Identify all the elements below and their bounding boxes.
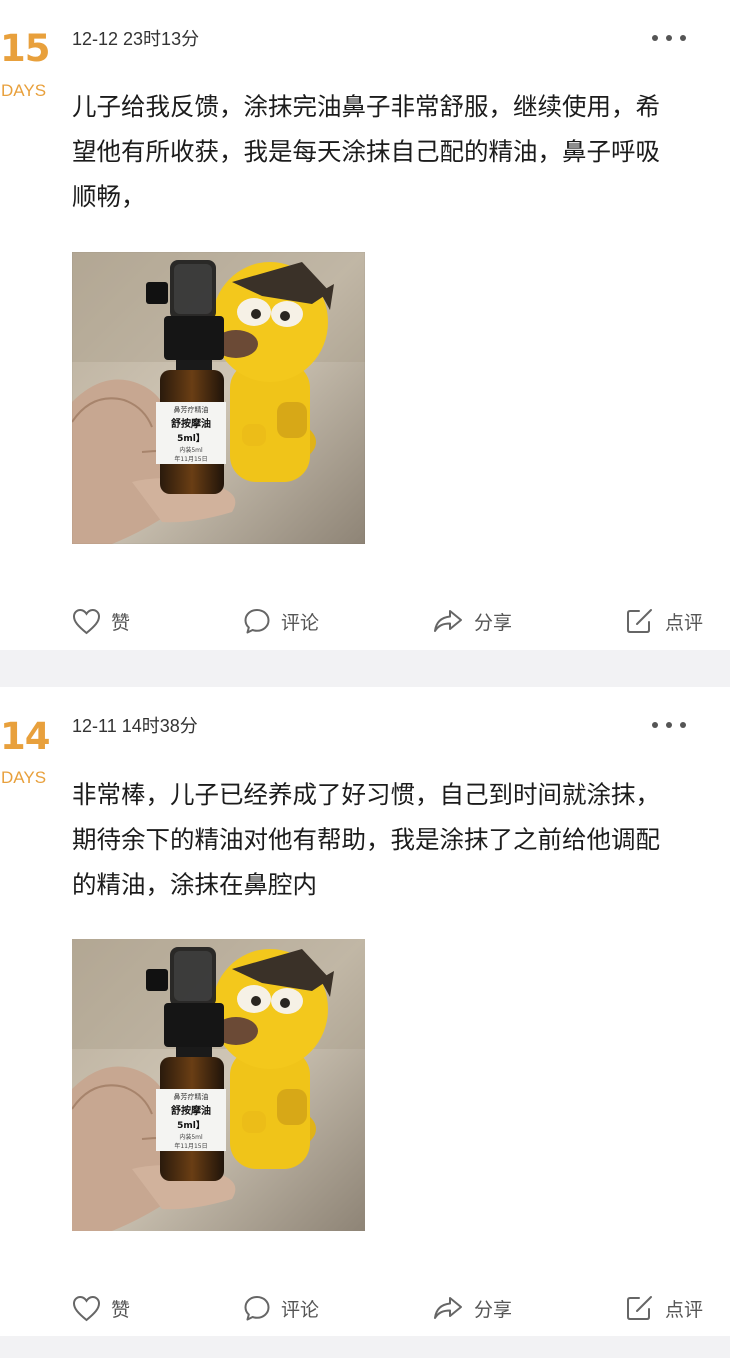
action-bar: 赞 评论 分享 点评 (0, 1288, 730, 1328)
heart-icon (72, 608, 101, 634)
comment-button[interactable]: 评论 (243, 601, 319, 641)
post-photo[interactable]: 鼻芳疗精油 舒按摩油 5ml】 内装5ml 年11月15日 (72, 939, 365, 1231)
share-arrow-icon (434, 1297, 462, 1319)
comment-label: 评论 (281, 611, 320, 634)
day-counter: 14 (0, 715, 51, 758)
heart-icon (72, 1295, 101, 1321)
more-dots-icon (652, 35, 658, 41)
comment-button[interactable]: 评论 (243, 1288, 319, 1328)
more-options-button[interactable] (652, 718, 686, 732)
like-button[interactable]: 赞 (72, 1288, 130, 1328)
review-button[interactable]: 点评 (625, 1288, 703, 1328)
label-line-4: 内装5ml (179, 1133, 203, 1141)
post-content: 儿子给我反馈，涂抹完油鼻子非常舒服，继续使用，希望他有所收获，我是每天涂抹自己配… (72, 92, 660, 211)
like-button[interactable]: 赞 (72, 601, 130, 641)
comment-bubble-icon (244, 609, 270, 634)
review-label: 点评 (665, 611, 704, 634)
label-line-2: 舒按摩油 (171, 1104, 211, 1117)
like-label: 赞 (111, 611, 131, 634)
day-counter: 15 (0, 27, 51, 70)
share-label: 分享 (474, 1298, 513, 1321)
post-card: 14 DAYS 12-11 14时38分 非常棒，儿子已经养成了好习惯，自己到时… (0, 687, 730, 1336)
review-button[interactable]: 点评 (625, 601, 703, 641)
review-label: 点评 (665, 1298, 704, 1321)
share-label: 分享 (474, 611, 513, 634)
day-unit-label: DAYS (1, 768, 47, 787)
action-bar: 赞 评论 分享 点评 (0, 601, 730, 641)
label-line-4: 内装5ml (179, 446, 203, 454)
photo-image: 鼻芳疗精油 舒按摩油 5ml】 内装5ml 年11月15日 (72, 252, 365, 544)
post-timestamp: 12-11 14时38分 (72, 716, 198, 736)
share-button[interactable]: 分享 (432, 601, 512, 641)
label-line-5: 年11月15日 (174, 455, 207, 463)
feed: 15 DAYS 12-12 23时13分 儿子给我反馈，涂抹完油鼻子非常舒服，继… (0, 0, 730, 1358)
more-dots-icon (652, 722, 658, 728)
edit-note-icon (627, 609, 652, 633)
photo-image: 鼻芳疗精油 舒按摩油 5ml】 内装5ml 年11月15日 (72, 939, 365, 1231)
edit-note-icon (627, 1296, 652, 1320)
label-line-3: 5ml】 (177, 433, 205, 444)
more-options-button[interactable] (652, 31, 686, 45)
label-line-1: 鼻芳疗精油 (174, 1092, 209, 1101)
share-button[interactable]: 分享 (432, 1288, 512, 1328)
share-arrow-icon (434, 610, 462, 632)
label-line-3: 5ml】 (177, 1120, 205, 1131)
label-line-2: 舒按摩油 (171, 417, 211, 430)
comment-label: 评论 (281, 1298, 320, 1321)
post-card: 15 DAYS 12-12 23时13分 儿子给我反馈，涂抹完油鼻子非常舒服，继… (0, 0, 730, 650)
post-content: 非常棒，儿子已经养成了好习惯，自己到时间就涂抹，期待余下的精油对他有帮助，我是涂… (72, 780, 660, 899)
comment-bubble-icon (244, 1296, 270, 1321)
label-line-5: 年11月15日 (174, 1142, 207, 1150)
day-unit-label: DAYS (1, 81, 47, 100)
like-label: 赞 (111, 1298, 131, 1321)
label-line-1: 鼻芳疗精油 (174, 405, 209, 414)
post-photo[interactable]: 鼻芳疗精油 舒按摩油 5ml】 内装5ml 年11月15日 (72, 252, 365, 544)
post-timestamp: 12-12 23时13分 (72, 29, 200, 49)
